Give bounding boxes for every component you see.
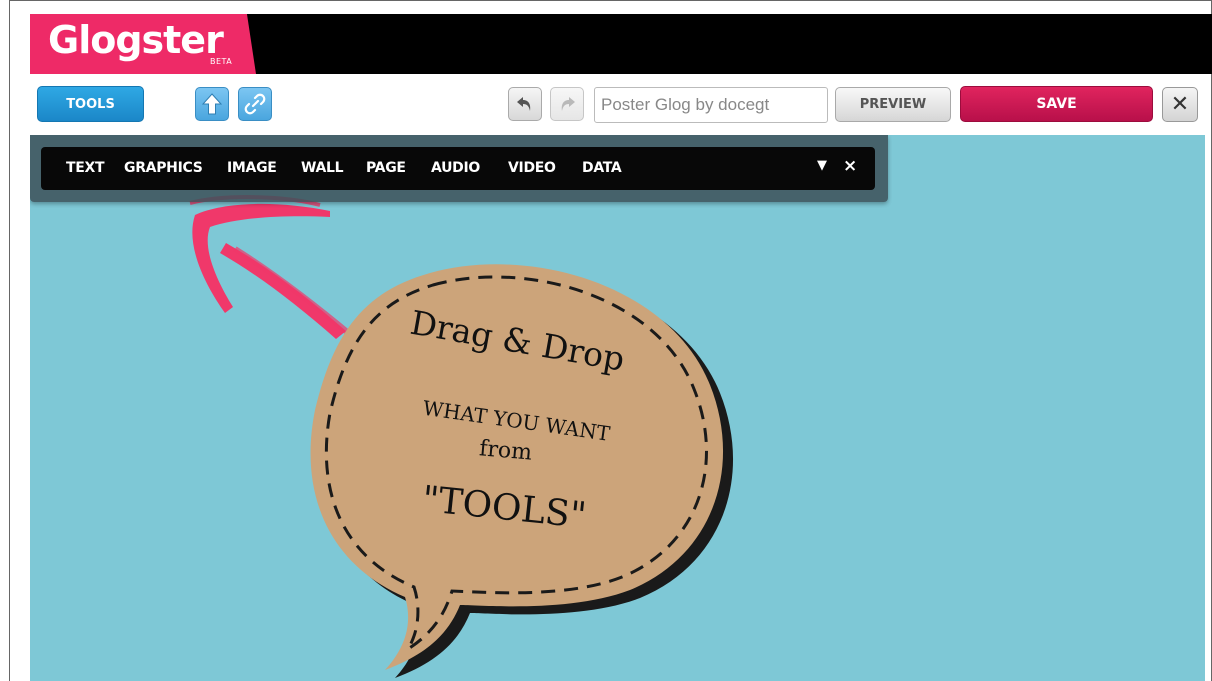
save-button[interactable]: SAVE (960, 86, 1153, 122)
undo-button[interactable] (508, 87, 542, 121)
upload-button[interactable] (195, 87, 229, 121)
glog-title-input[interactable] (594, 87, 828, 123)
chevron-down-icon[interactable]: ▼ (817, 158, 827, 173)
glogster-editor: Glogster BETA TOOLS PREVIEW SAVE ✕ (0, 0, 1212, 681)
tools-panel: TEXT GRAPHICS IMAGE WALL PAGE AUDIO VIDE… (30, 135, 888, 202)
tools-menu-bar: TEXT GRAPHICS IMAGE WALL PAGE AUDIO VIDE… (41, 147, 875, 190)
redo-arrow-icon (561, 97, 575, 111)
menu-item-image[interactable]: IMAGE (227, 160, 277, 176)
canvas-artwork: Drag & Drop WHAT YOU WANT from "TOOLS" (189, 195, 734, 678)
glog-canvas[interactable]: Drag & Drop WHAT YOU WANT from "TOOLS" T… (30, 135, 1205, 681)
menu-item-data[interactable]: DATA (582, 160, 622, 176)
menu-item-audio[interactable]: AUDIO (431, 160, 480, 176)
redo-button[interactable] (550, 87, 584, 121)
link-button[interactable] (238, 87, 272, 121)
menu-item-text[interactable]: TEXT (66, 160, 105, 176)
preview-button[interactable]: PREVIEW (835, 87, 951, 122)
logo-text: Glogster (48, 18, 224, 62)
menu-item-page[interactable]: PAGE (366, 160, 406, 176)
glogster-logo[interactable]: Glogster BETA (30, 14, 256, 74)
chain-link-icon (244, 93, 266, 115)
close-editor-button[interactable]: ✕ (1162, 87, 1198, 122)
header-bar: Glogster BETA (30, 14, 1212, 74)
beta-badge: BETA (210, 57, 233, 66)
bubble-line3: from (478, 436, 533, 466)
undo-arrow-icon (517, 97, 531, 111)
tools-button[interactable]: TOOLS (37, 86, 144, 122)
close-icon[interactable]: × (843, 156, 857, 176)
brush-arrow-icon (189, 195, 354, 339)
menu-item-graphics[interactable]: GRAPHICS (124, 160, 203, 176)
menu-item-video[interactable]: VIDEO (508, 160, 556, 176)
menu-item-wall[interactable]: WALL (301, 160, 344, 176)
upload-arrow-icon (201, 93, 223, 115)
speech-bubble: Drag & Drop WHAT YOU WANT from "TOOLS" (310, 264, 734, 678)
